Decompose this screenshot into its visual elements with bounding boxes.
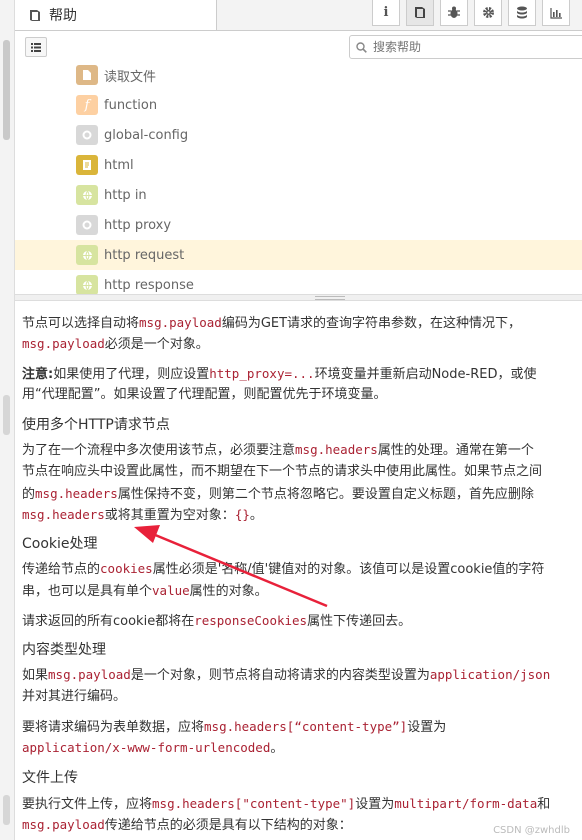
section-heading: 文件上传	[22, 770, 78, 786]
book-icon	[30, 9, 40, 21]
context-button[interactable]	[508, 0, 536, 26]
node-item-http-in[interactable]: http in	[15, 180, 582, 210]
help-paragraph: msg.headers或将其重置为空对象：{}。	[22, 507, 263, 523]
help-paragraph: 串，也可以是具有单个value属性的对象。	[22, 583, 268, 599]
node-label: 读取文件	[104, 69, 157, 85]
help-toolbar	[15, 31, 582, 63]
bar-chart-icon	[549, 7, 562, 19]
node-item-http-response[interactable]: http response	[15, 270, 582, 294]
tab-help-label: 帮助	[49, 8, 77, 24]
tab-help[interactable]: 帮助	[15, 0, 217, 30]
node-label: http request	[104, 247, 185, 263]
scrollbar-thumb[interactable]	[3, 395, 10, 435]
debug-button[interactable]	[440, 0, 468, 26]
node-item-http-request[interactable]: http request	[15, 240, 582, 270]
html-icon	[76, 155, 98, 175]
scrollbar-thumb[interactable]	[3, 40, 10, 140]
globe-icon	[76, 245, 98, 265]
node-item-html[interactable]: html	[15, 150, 582, 180]
help-paragraph: 请求返回的所有cookie都将在responseCookies属性下传递回去。	[22, 613, 412, 629]
panel-resize-handle[interactable]	[15, 294, 582, 301]
help-paragraph: 的msg.headers属性保持不变，则第二个节点将忽略它。要设置自定义标题，首…	[22, 486, 534, 502]
help-paragraph: 如果msg.payload是一个对象，则节点将自动将请求的内容类型设置为appl…	[22, 667, 551, 683]
search-box[interactable]	[349, 35, 582, 59]
help-paragraph: application/x-www-form-urlencoded。	[22, 740, 284, 756]
section-heading: 内容类型处理	[22, 642, 106, 658]
book-icon	[415, 7, 425, 18]
toc-toggle-button[interactable]	[25, 37, 47, 57]
search-input[interactable]	[371, 39, 575, 55]
help-button[interactable]	[406, 0, 434, 26]
help-note: 用“代理配置”。如果设置了代理配置，则配置优先于环境变量。	[22, 387, 387, 402]
help-paragraph: 节点可以选择自动将msg.payload编码为GET请求的查询字符串参数，在这种…	[22, 315, 522, 331]
function-icon: f	[76, 95, 98, 115]
list-icon	[31, 42, 41, 52]
left-scroll-strip[interactable]	[0, 0, 15, 840]
node-label: global-config	[104, 127, 189, 143]
watermark: CSDN @zwhdlb	[493, 825, 570, 836]
help-paragraph: 要将请求编码为表单数据，应将msg.headers[“content-type”…	[22, 719, 447, 735]
section-heading: 使用多个HTTP请求节点	[22, 417, 170, 433]
node-label: function	[104, 97, 158, 113]
bug-icon	[448, 6, 460, 18]
arrow-head-icon	[134, 525, 160, 543]
node-label: html	[104, 157, 134, 173]
node-label: http response	[104, 277, 194, 293]
node-label: http in	[104, 187, 147, 203]
cog-icon	[76, 125, 98, 145]
section-heading: Cookie处理	[22, 536, 98, 552]
grip-icon	[315, 296, 345, 300]
globe-icon	[76, 185, 98, 205]
gear-icon	[482, 7, 494, 18]
search-icon	[356, 41, 367, 53]
config-button[interactable]	[474, 0, 502, 26]
scrollbar-thumb[interactable]	[3, 795, 10, 825]
node-item-http-proxy[interactable]: http proxy	[15, 210, 582, 240]
node-label: http proxy	[104, 217, 172, 233]
info-button[interactable]: i	[372, 0, 400, 26]
help-paragraph: 传递给节点的cookies属性必须是'名称/值'键值对的对象。该值可以是设置co…	[22, 561, 545, 577]
help-paragraph: msg.payload必须是一个对象。	[22, 336, 209, 352]
info-icon: i	[383, 5, 389, 20]
node-item-file-in[interactable]: 读取文件	[15, 62, 582, 90]
database-icon	[517, 6, 527, 19]
cog-icon	[76, 215, 98, 235]
node-item-function[interactable]: f function	[15, 90, 582, 120]
file-icon	[76, 65, 98, 85]
dashboard-button[interactable]	[542, 0, 570, 26]
help-paragraph: 节点在响应头中设置此属性，而不期望在下一个节点的请求头中使用此属性。如果节点之间	[22, 464, 543, 479]
node-list[interactable]: 读取文件 f function global-config html http …	[15, 62, 582, 294]
sidebar-tab-bar: 帮助 i	[15, 0, 582, 31]
help-note: 注意:如果使用了代理，则应设置http_proxy=...环境变量并重新启动No…	[22, 366, 537, 382]
help-paragraph: 为了在一个流程中多次使用该节点，必须要注意msg.headers属性的处理。通常…	[22, 442, 534, 458]
help-paragraph: 要执行文件上传，应将msg.headers["content-type"]设置为…	[22, 796, 551, 812]
globe-icon	[76, 275, 98, 294]
node-item-global-config[interactable]: global-config	[15, 120, 582, 150]
help-paragraph: 并对其进行编码。	[22, 689, 127, 704]
